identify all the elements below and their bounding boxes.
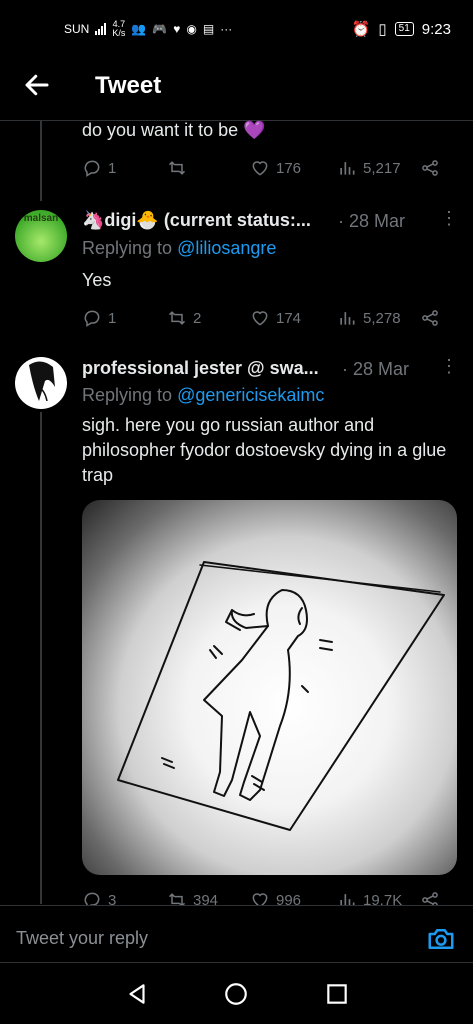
mention-link[interactable]: @genericisekaimc bbox=[177, 385, 324, 405]
camera-icon bbox=[428, 929, 454, 949]
clock: 9:23 bbox=[421, 20, 451, 38]
thread-line bbox=[40, 412, 42, 904]
signal-icon bbox=[95, 23, 107, 35]
tweet-date[interactable]: · 28 Mar bbox=[338, 211, 405, 232]
avatar[interactable] bbox=[15, 357, 67, 409]
more-options-icon[interactable]: ⋮ bbox=[440, 356, 459, 377]
people-icon: 👥 bbox=[131, 22, 147, 36]
messenger-icon: ◉ bbox=[186, 22, 197, 36]
replying-to: Replying to @liliosangre bbox=[82, 238, 276, 259]
vibrate-icon: ▯ bbox=[378, 21, 387, 38]
heart-outline-icon bbox=[252, 161, 268, 176]
reply-icon bbox=[84, 160, 100, 177]
share-button[interactable] bbox=[420, 158, 440, 178]
retweet-icon bbox=[168, 311, 186, 325]
reply-icon bbox=[84, 310, 100, 327]
reply-button[interactable]: 1 bbox=[82, 308, 116, 328]
gamepad-icon: 🎮 bbox=[152, 22, 168, 36]
back-button[interactable] bbox=[22, 70, 52, 100]
retweet-button[interactable] bbox=[167, 158, 193, 178]
tweet-actions: 1 176 5,217 bbox=[82, 158, 457, 180]
net-speed: 4.7 K/s bbox=[112, 20, 125, 38]
replying-prefix: Replying to bbox=[82, 385, 173, 405]
back-arrow-icon bbox=[25, 74, 49, 96]
reply-button[interactable]: 1 bbox=[82, 158, 116, 178]
carrier-label: SUN bbox=[64, 22, 90, 36]
more-options-icon[interactable]: ⋮ bbox=[440, 208, 459, 229]
calendar-icon: ▤ bbox=[202, 22, 215, 36]
tweet-image[interactable] bbox=[82, 500, 457, 875]
square-recents-icon bbox=[327, 984, 347, 1004]
nav-back-button[interactable] bbox=[124, 981, 150, 1012]
heart-icon: ♥ bbox=[173, 22, 181, 36]
reply-count: 1 bbox=[108, 309, 117, 327]
net-speed-unit: K/s bbox=[112, 28, 126, 38]
triangle-back-icon bbox=[129, 984, 145, 1004]
tweet-text: sigh. here you go russian author and phi… bbox=[82, 415, 447, 485]
avatar-label: malsan bbox=[23, 213, 59, 224]
like-count: 174 bbox=[276, 309, 302, 327]
heart-outline-icon bbox=[252, 311, 268, 326]
status-left: SUN 4.7 K/s 👥 🎮 ♥ ◉ ▤ ··· bbox=[64, 20, 232, 38]
tweet-actions: 1 2 174 5,278 bbox=[82, 308, 457, 330]
like-count: 176 bbox=[276, 159, 302, 177]
share-icon bbox=[422, 310, 438, 326]
views-count: 5,217 bbox=[363, 159, 401, 177]
views-button[interactable]: 5,217 bbox=[337, 158, 401, 178]
share-icon bbox=[422, 160, 438, 176]
alarm-icon: ⏰ bbox=[351, 21, 371, 38]
nav-recents-button[interactable] bbox=[324, 981, 350, 1012]
avatar[interactable]: malsan bbox=[15, 210, 67, 262]
views-icon bbox=[340, 312, 355, 325]
views-count: 5,278 bbox=[363, 309, 401, 327]
retweet-icon bbox=[168, 161, 186, 175]
like-button[interactable]: 176 bbox=[250, 158, 301, 178]
more-dots-icon: ··· bbox=[220, 22, 233, 36]
tweet-text: do you want it to be 💜 bbox=[82, 120, 266, 140]
replying-to: Replying to @genericisekaimc bbox=[82, 385, 324, 406]
views-icon bbox=[340, 162, 355, 175]
thread-line bbox=[40, 121, 42, 201]
tweet-date[interactable]: · 28 Mar bbox=[342, 359, 409, 380]
status-bar: SUN 4.7 K/s 👥 🎮 ♥ ◉ ▤ ··· ⏰ ▯ 51 9:23 bbox=[0, 0, 473, 60]
retweet-count: 2 bbox=[193, 309, 202, 327]
reply-input[interactable]: Tweet your reply bbox=[16, 928, 148, 949]
like-button[interactable]: 174 bbox=[250, 308, 301, 328]
tweet-text: Yes bbox=[82, 270, 112, 290]
retweet-button[interactable]: 2 bbox=[167, 308, 201, 328]
status-right: ⏰ ▯ 51 9:23 bbox=[351, 20, 451, 39]
battery-icon: 51 bbox=[394, 22, 414, 36]
share-button[interactable] bbox=[420, 308, 440, 328]
camera-button[interactable] bbox=[426, 924, 456, 954]
avatar-drawing bbox=[29, 361, 55, 402]
display-name[interactable]: professional jester @ swa... bbox=[82, 358, 347, 379]
mention-link[interactable]: @liliosangre bbox=[177, 238, 276, 258]
views-button[interactable]: 5,278 bbox=[337, 308, 401, 328]
display-name[interactable]: 🦄digi🐣 (current status:... bbox=[82, 210, 342, 231]
glue-trap-drawing bbox=[117, 561, 445, 831]
reply-count: 1 bbox=[108, 159, 117, 177]
replying-prefix: Replying to bbox=[82, 238, 173, 258]
circle-home-icon bbox=[225, 983, 247, 1005]
page-title: Tweet bbox=[95, 72, 162, 99]
nav-home-button[interactable] bbox=[223, 981, 249, 1012]
